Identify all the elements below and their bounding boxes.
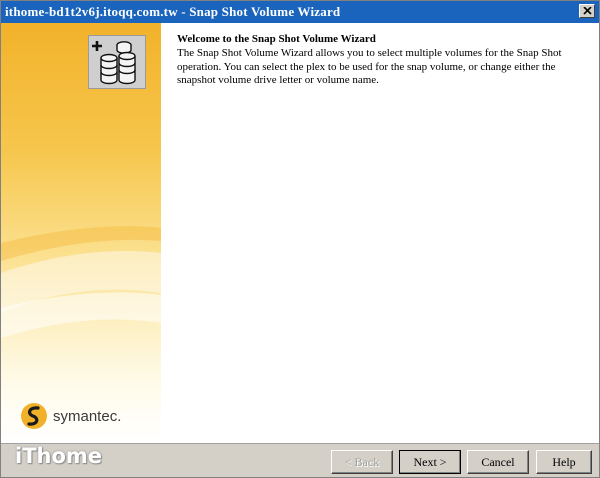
window-title: ithome-bd1t2v6j.itoqq.com.tw - Snap Shot…	[5, 4, 341, 19]
symantec-logo-icon	[21, 403, 47, 429]
button-bar: iThome < Back Next > Cancel Help	[1, 443, 599, 477]
ithome-watermark: iThome	[15, 444, 103, 468]
cancel-button[interactable]: Cancel	[467, 450, 529, 474]
close-icon	[583, 7, 592, 15]
next-button[interactable]: Next >	[399, 450, 461, 474]
snapshot-volume-icon	[88, 35, 146, 89]
page-title: Welcome to the Snap Shot Volume Wizard	[177, 33, 376, 45]
wizard-window: ithome-bd1t2v6j.itoqq.com.tw - Snap Shot…	[0, 0, 600, 478]
close-button[interactable]	[579, 4, 595, 18]
back-button[interactable]: < Back	[331, 450, 393, 474]
help-button[interactable]: Help	[536, 450, 592, 474]
wizard-banner: symantec.	[1, 23, 161, 443]
page-description: The Snap Shot Volume Wizard allows you t…	[177, 47, 562, 86]
title-bar[interactable]: ithome-bd1t2v6j.itoqq.com.tw - Snap Shot…	[1, 1, 599, 23]
brand-name: symantec.	[53, 408, 122, 425]
wizard-content: Welcome to the Snap Shot Volume Wizard T…	[161, 23, 599, 443]
